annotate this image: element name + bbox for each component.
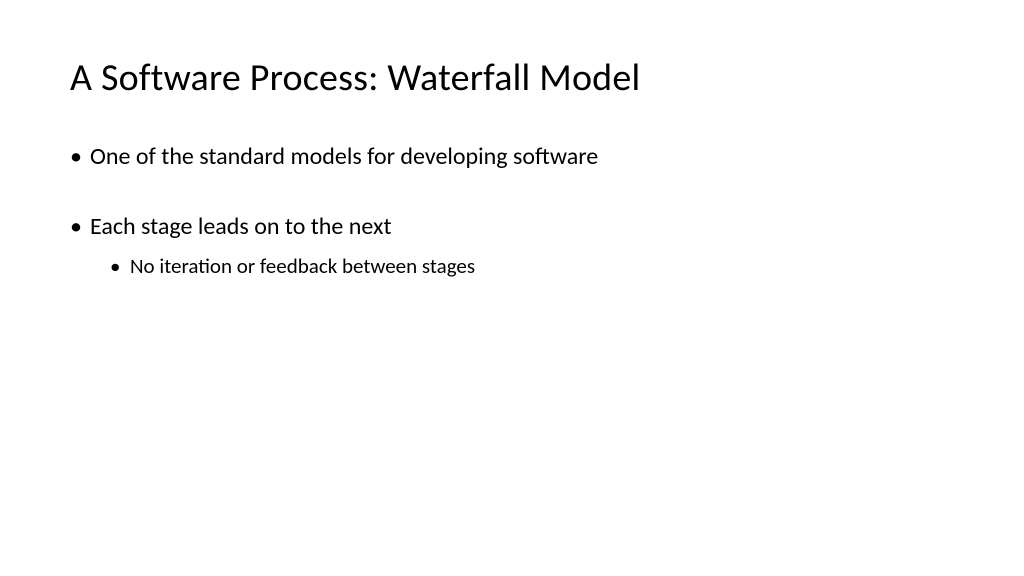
list-item: One of the standard models for developin… [70, 141, 954, 173]
slide-title: A Software Process: Waterfall Model [70, 55, 954, 101]
bullet-list: One of the standard models for developin… [70, 141, 954, 280]
list-item: Each stage leads on to the next [70, 211, 954, 243]
list-item: No iteration or feedback between stages [70, 252, 954, 280]
